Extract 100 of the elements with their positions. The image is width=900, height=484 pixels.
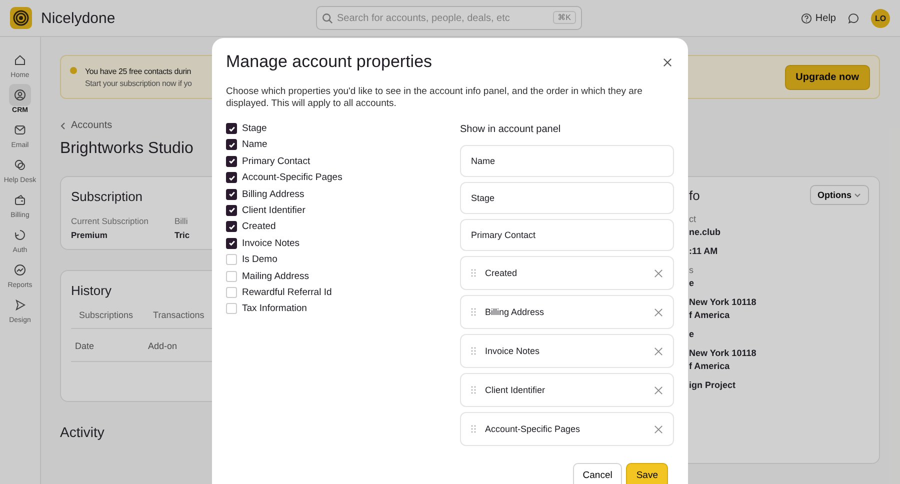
account-title: Brightworks Studio: [60, 140, 194, 158]
checkbox-label: Created: [242, 221, 276, 232]
checkbox-label: Tax Information: [242, 303, 307, 314]
checkbox[interactable]: [226, 139, 237, 150]
refresh-icon: [14, 229, 26, 241]
item-label: Created: [485, 268, 518, 278]
panel-item[interactable]: Created: [460, 256, 674, 290]
close-icon: [654, 424, 663, 434]
chevron-down-icon: [854, 193, 861, 198]
panel-item[interactable]: Invoice Notes: [460, 334, 674, 368]
drag-handle-icon[interactable]: [471, 269, 476, 277]
field-value: :11 AM: [689, 246, 719, 256]
field-value: Tric: [174, 230, 190, 240]
help-button[interactable]: Help: [801, 12, 836, 24]
close-icon: [663, 58, 672, 66]
checkbox[interactable]: [226, 221, 237, 232]
remove-button[interactable]: [654, 424, 663, 434]
drag-handle-icon[interactable]: [471, 347, 476, 355]
drag-handle-icon[interactable]: [471, 386, 476, 394]
section-title: Activity: [60, 424, 104, 440]
cursor-icon: [14, 299, 26, 311]
card-title: fo: [689, 188, 700, 202]
shortcut-badge: ⌘K: [552, 11, 576, 24]
app-name: Nicelydone: [41, 10, 116, 26]
field-value: ne.club: [689, 227, 722, 237]
help-icon: [801, 12, 812, 24]
checkbox-label: Client Identifier: [242, 204, 306, 216]
checkbox-label: Mailing Address: [242, 270, 310, 282]
remove-button[interactable]: [654, 346, 663, 356]
card-title: Subscription: [71, 189, 143, 204]
history-tab[interactable]: Transactions: [153, 310, 204, 320]
field-value: New York 10118: [689, 297, 758, 307]
field-value: Premium: [71, 230, 108, 240]
checkbox[interactable]: [226, 238, 237, 249]
checkbox-label: Invoice Notes: [242, 238, 300, 249]
field-value: New York 10118: [689, 348, 758, 358]
upgrade-button[interactable]: Upgrade now: [784, 64, 870, 90]
item-label: Client Identifier: [485, 385, 546, 395]
card-title: History: [71, 283, 112, 298]
checkbox[interactable]: [226, 123, 237, 134]
checkbox-label: Billing Address: [242, 188, 304, 200]
field-label: s: [689, 265, 694, 275]
field-value: e: [689, 278, 696, 288]
banner-text: Start your subscription now if yo: [85, 78, 192, 88]
banner-title: You have 25 free contacts durin: [85, 66, 192, 76]
item-label: Invoice Notes: [485, 346, 541, 356]
checkbox[interactable]: [226, 156, 237, 167]
field-value: f America: [689, 310, 731, 320]
field-value: ign Project: [689, 380, 737, 390]
checkbox[interactable]: [226, 172, 237, 184]
close-icon: [654, 268, 663, 278]
checkbox-label: Rewardful Referral Id: [242, 286, 332, 298]
cancel-button[interactable]: Cancel: [572, 463, 622, 484]
checkbox-label: Stage: [242, 123, 267, 134]
home-icon: [14, 54, 26, 66]
panel-title: Show in account panel: [460, 124, 562, 135]
checkbox[interactable]: [226, 188, 237, 200]
search-icon: [322, 12, 333, 24]
chart-icon: [14, 264, 26, 276]
item-label: Billing Address: [485, 307, 546, 317]
item-label: Primary Contact: [471, 230, 537, 240]
back-link[interactable]: Accounts: [71, 120, 112, 131]
field-value: f America: [689, 361, 731, 371]
checkbox-label: Account-Specific Pages: [242, 172, 342, 184]
item-label: Name: [471, 156, 496, 166]
field-value: e: [689, 329, 696, 339]
options-button[interactable]: Options: [810, 185, 869, 205]
wallet-icon: [14, 194, 26, 206]
info-dot-icon: [70, 67, 77, 74]
logo-icon: [10, 7, 32, 29]
field-label: Current Subscription: [71, 216, 148, 226]
drag-handle-icon[interactable]: [471, 425, 476, 433]
person-icon: [14, 89, 26, 101]
mail-icon: [14, 124, 26, 136]
checkbox[interactable]: [226, 204, 237, 216]
remove-button[interactable]: [654, 386, 663, 394]
panel-item[interactable]: Billing Address: [460, 295, 674, 329]
drag-handle-icon[interactable]: [471, 308, 476, 316]
close-icon: [654, 386, 663, 394]
panel-item[interactable]: Client Identifier: [460, 373, 674, 407]
column-header: Date: [75, 341, 94, 351]
back-chevron-icon[interactable]: [60, 122, 66, 130]
field-label: Billi: [174, 216, 188, 226]
field-label: ct: [689, 214, 698, 224]
checkbox-label: Primary Contact: [242, 156, 310, 167]
chat-icon[interactable]: [848, 12, 859, 24]
save-button[interactable]: Save: [626, 463, 668, 484]
user-avatar[interactable]: LO: [871, 8, 890, 28]
item-label: Account-Specific Pages: [485, 424, 582, 434]
dialog-description: Choose which properties you'd like to see in the account info panel, and the order in which they are displayed. This will apply to all accounts.: [226, 86, 644, 110]
close-icon: [654, 308, 663, 316]
close-icon: [654, 346, 663, 356]
history-tab[interactable]: Subscriptions: [79, 310, 134, 320]
chat-icon: [14, 159, 26, 171]
close-button[interactable]: [661, 56, 674, 68]
dialog-title: Manage account properties: [226, 52, 432, 72]
checkbox-label: Name: [242, 139, 268, 150]
panel-item[interactable]: Account-Specific Pages: [460, 412, 674, 446]
remove-button[interactable]: [654, 268, 663, 278]
remove-button[interactable]: [654, 308, 663, 316]
